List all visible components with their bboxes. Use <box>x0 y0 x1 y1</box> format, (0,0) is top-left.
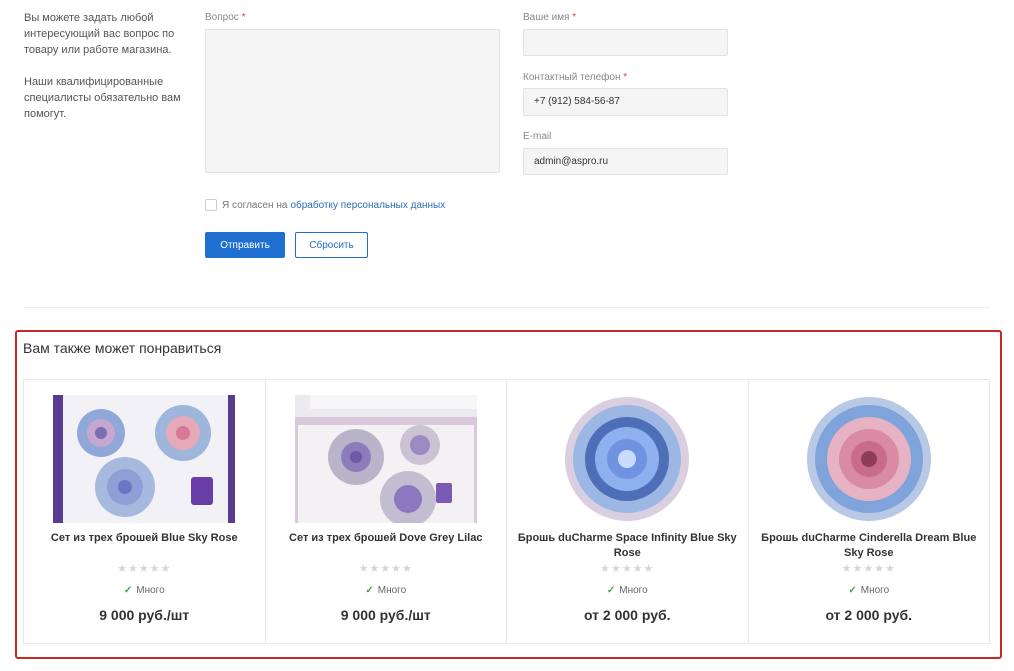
product-image[interactable] <box>294 395 477 523</box>
section-divider <box>24 307 990 308</box>
product-card[interactable]: Брошь duCharme Space Infinity Blue Sky R… <box>507 380 749 643</box>
intro-paragraph-1: Вы можете задать любой интересующий вас … <box>24 12 175 56</box>
product-price: от 2 000 руб. <box>583 607 671 623</box>
product-price: 9 000 руб./шт <box>340 607 431 623</box>
check-icon: ✓ <box>123 585 133 596</box>
check-icon: ✓ <box>606 585 616 596</box>
product-name[interactable]: Сет из трех брошей Blue Sky Rose <box>34 531 255 546</box>
consent-label: Я согласен на <box>222 199 288 211</box>
stock-status: ✓ Много <box>123 585 165 596</box>
question-textarea[interactable] <box>205 29 500 173</box>
product-name[interactable]: Брошь duCharme Cinderella Dream Blue Sky… <box>759 531 980 561</box>
intro-paragraph-2: Наши квалифицированные специалисты обяза… <box>24 76 181 120</box>
stock-status: ✓ Много <box>365 585 407 596</box>
stock-status: ✓ Много <box>848 585 890 596</box>
product-card[interactable]: Сет из трех брошей Dove Grey Lilac ★★★★★… <box>266 380 507 643</box>
consent-row: Я согласен на обработку персональных дан… <box>205 199 445 211</box>
name-label: Ваше имя * <box>523 12 577 23</box>
check-icon: ✓ <box>365 585 374 596</box>
product-price: 9 000 руб./шт <box>99 607 190 623</box>
intro-text: Вы можете задать любой интересующий вас … <box>24 10 189 122</box>
submit-button[interactable]: Отправить <box>205 232 285 258</box>
check-icon: ✓ <box>848 585 857 596</box>
rating-stars: ★★★★★ <box>117 563 172 575</box>
product-name[interactable]: Брошь duCharme Space Infinity Blue Sky R… <box>517 531 738 561</box>
recommendations-grid: Сет из трех брошей Blue Sky Rose ★★★★★ ✓… <box>23 379 990 644</box>
product-card[interactable]: Брошь duCharme Cinderella Dream Blue Sky… <box>749 380 990 643</box>
product-image[interactable] <box>536 395 719 523</box>
name-input[interactable] <box>523 29 728 56</box>
email-label: E-mail <box>523 131 552 142</box>
product-name[interactable]: Сет из трех брошей Dove Grey Lilac <box>276 531 497 546</box>
question-label: Вопрос * <box>205 12 246 23</box>
product-image[interactable] <box>53 395 236 523</box>
consent-checkbox[interactable] <box>205 199 217 211</box>
stock-status: ✓ Много <box>606 585 648 596</box>
reset-button[interactable]: Сбросить <box>295 232 368 258</box>
rating-stars: ★★★★★ <box>600 563 655 575</box>
privacy-policy-link[interactable]: обработку персональных данных <box>290 200 445 211</box>
phone-label: Контактный телефон * <box>523 72 628 83</box>
rating-stars: ★★★★★ <box>358 563 413 575</box>
product-price: от 2 000 руб. <box>825 607 913 623</box>
recommendations-title: Вам также может понравиться <box>23 340 222 356</box>
phone-input[interactable]: +7 (912) 584-56-87 <box>523 88 728 116</box>
product-card[interactable]: Сет из трех брошей Blue Sky Rose ★★★★★ ✓… <box>24 380 266 643</box>
product-image[interactable] <box>777 395 960 523</box>
rating-stars: ★★★★★ <box>841 563 896 575</box>
email-input[interactable]: admin@aspro.ru <box>523 148 728 175</box>
